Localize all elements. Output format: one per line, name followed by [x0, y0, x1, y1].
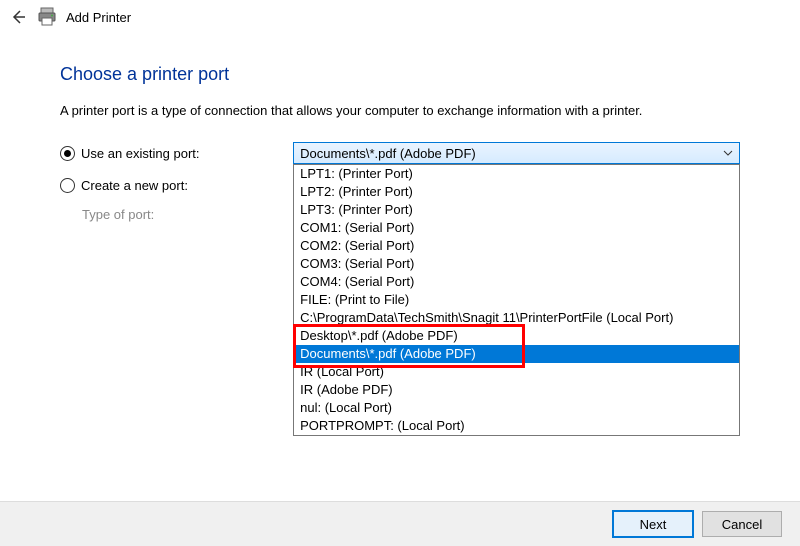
radio-new-label: Create a new port: [81, 178, 188, 193]
radio-create-new-port[interactable]: Create a new port: [60, 178, 300, 193]
port-type-label: Type of port: [82, 207, 154, 222]
port-option[interactable]: Desktop\*.pdf (Adobe PDF) [294, 327, 739, 345]
content-area: Choose a printer port A printer port is … [0, 34, 800, 222]
port-option[interactable]: LPT3: (Printer Port) [294, 201, 739, 219]
cancel-button-label: Cancel [722, 517, 762, 532]
next-button[interactable]: Next [612, 510, 694, 538]
port-option[interactable]: FILE: (Print to File) [294, 291, 739, 309]
port-option[interactable]: nul: (Local Port) [294, 399, 739, 417]
port-option[interactable]: IR (Local Port) [294, 363, 739, 381]
port-option[interactable]: COM1: (Serial Port) [294, 219, 739, 237]
port-dropdown-list[interactable]: LPT1: (Printer Port)LPT2: (Printer Port)… [293, 164, 740, 436]
existing-port-row: Use an existing port: Documents\*.pdf (A… [60, 142, 740, 164]
titlebar: Add Printer [0, 0, 800, 34]
page-description: A printer port is a type of connection t… [60, 103, 740, 118]
port-option[interactable]: LPT1: (Printer Port) [294, 165, 739, 183]
port-option[interactable]: Documents\*.pdf (Adobe PDF) [294, 345, 739, 363]
chevron-down-icon [723, 148, 733, 159]
next-button-label: Next [640, 517, 667, 532]
cancel-button[interactable]: Cancel [702, 511, 782, 537]
port-dropdown-selected: Documents\*.pdf (Adobe PDF) [300, 146, 476, 161]
port-option[interactable]: PORTPROMPT: (Local Port) [294, 417, 739, 435]
button-bar: Next Cancel [0, 501, 800, 546]
radio-existing-label: Use an existing port: [81, 146, 200, 161]
back-icon[interactable] [8, 7, 28, 27]
page-heading: Choose a printer port [60, 64, 740, 85]
port-combo-wrap: Documents\*.pdf (Adobe PDF) LPT1: (Print… [293, 142, 740, 164]
radio-icon [60, 146, 75, 161]
port-dropdown[interactable]: Documents\*.pdf (Adobe PDF) [293, 142, 740, 164]
add-printer-dialog: Add Printer Choose a printer port A prin… [0, 0, 800, 546]
port-option[interactable]: IR (Adobe PDF) [294, 381, 739, 399]
port-option[interactable]: COM2: (Serial Port) [294, 237, 739, 255]
port-option[interactable]: LPT2: (Printer Port) [294, 183, 739, 201]
window-title: Add Printer [66, 10, 131, 25]
radio-use-existing-port[interactable]: Use an existing port: [60, 146, 293, 161]
port-option[interactable]: COM3: (Serial Port) [294, 255, 739, 273]
port-option[interactable]: C:\ProgramData\TechSmith\Snagit 11\Print… [294, 309, 739, 327]
printer-icon [36, 6, 58, 28]
port-option[interactable]: COM4: (Serial Port) [294, 273, 739, 291]
radio-icon [60, 178, 75, 193]
